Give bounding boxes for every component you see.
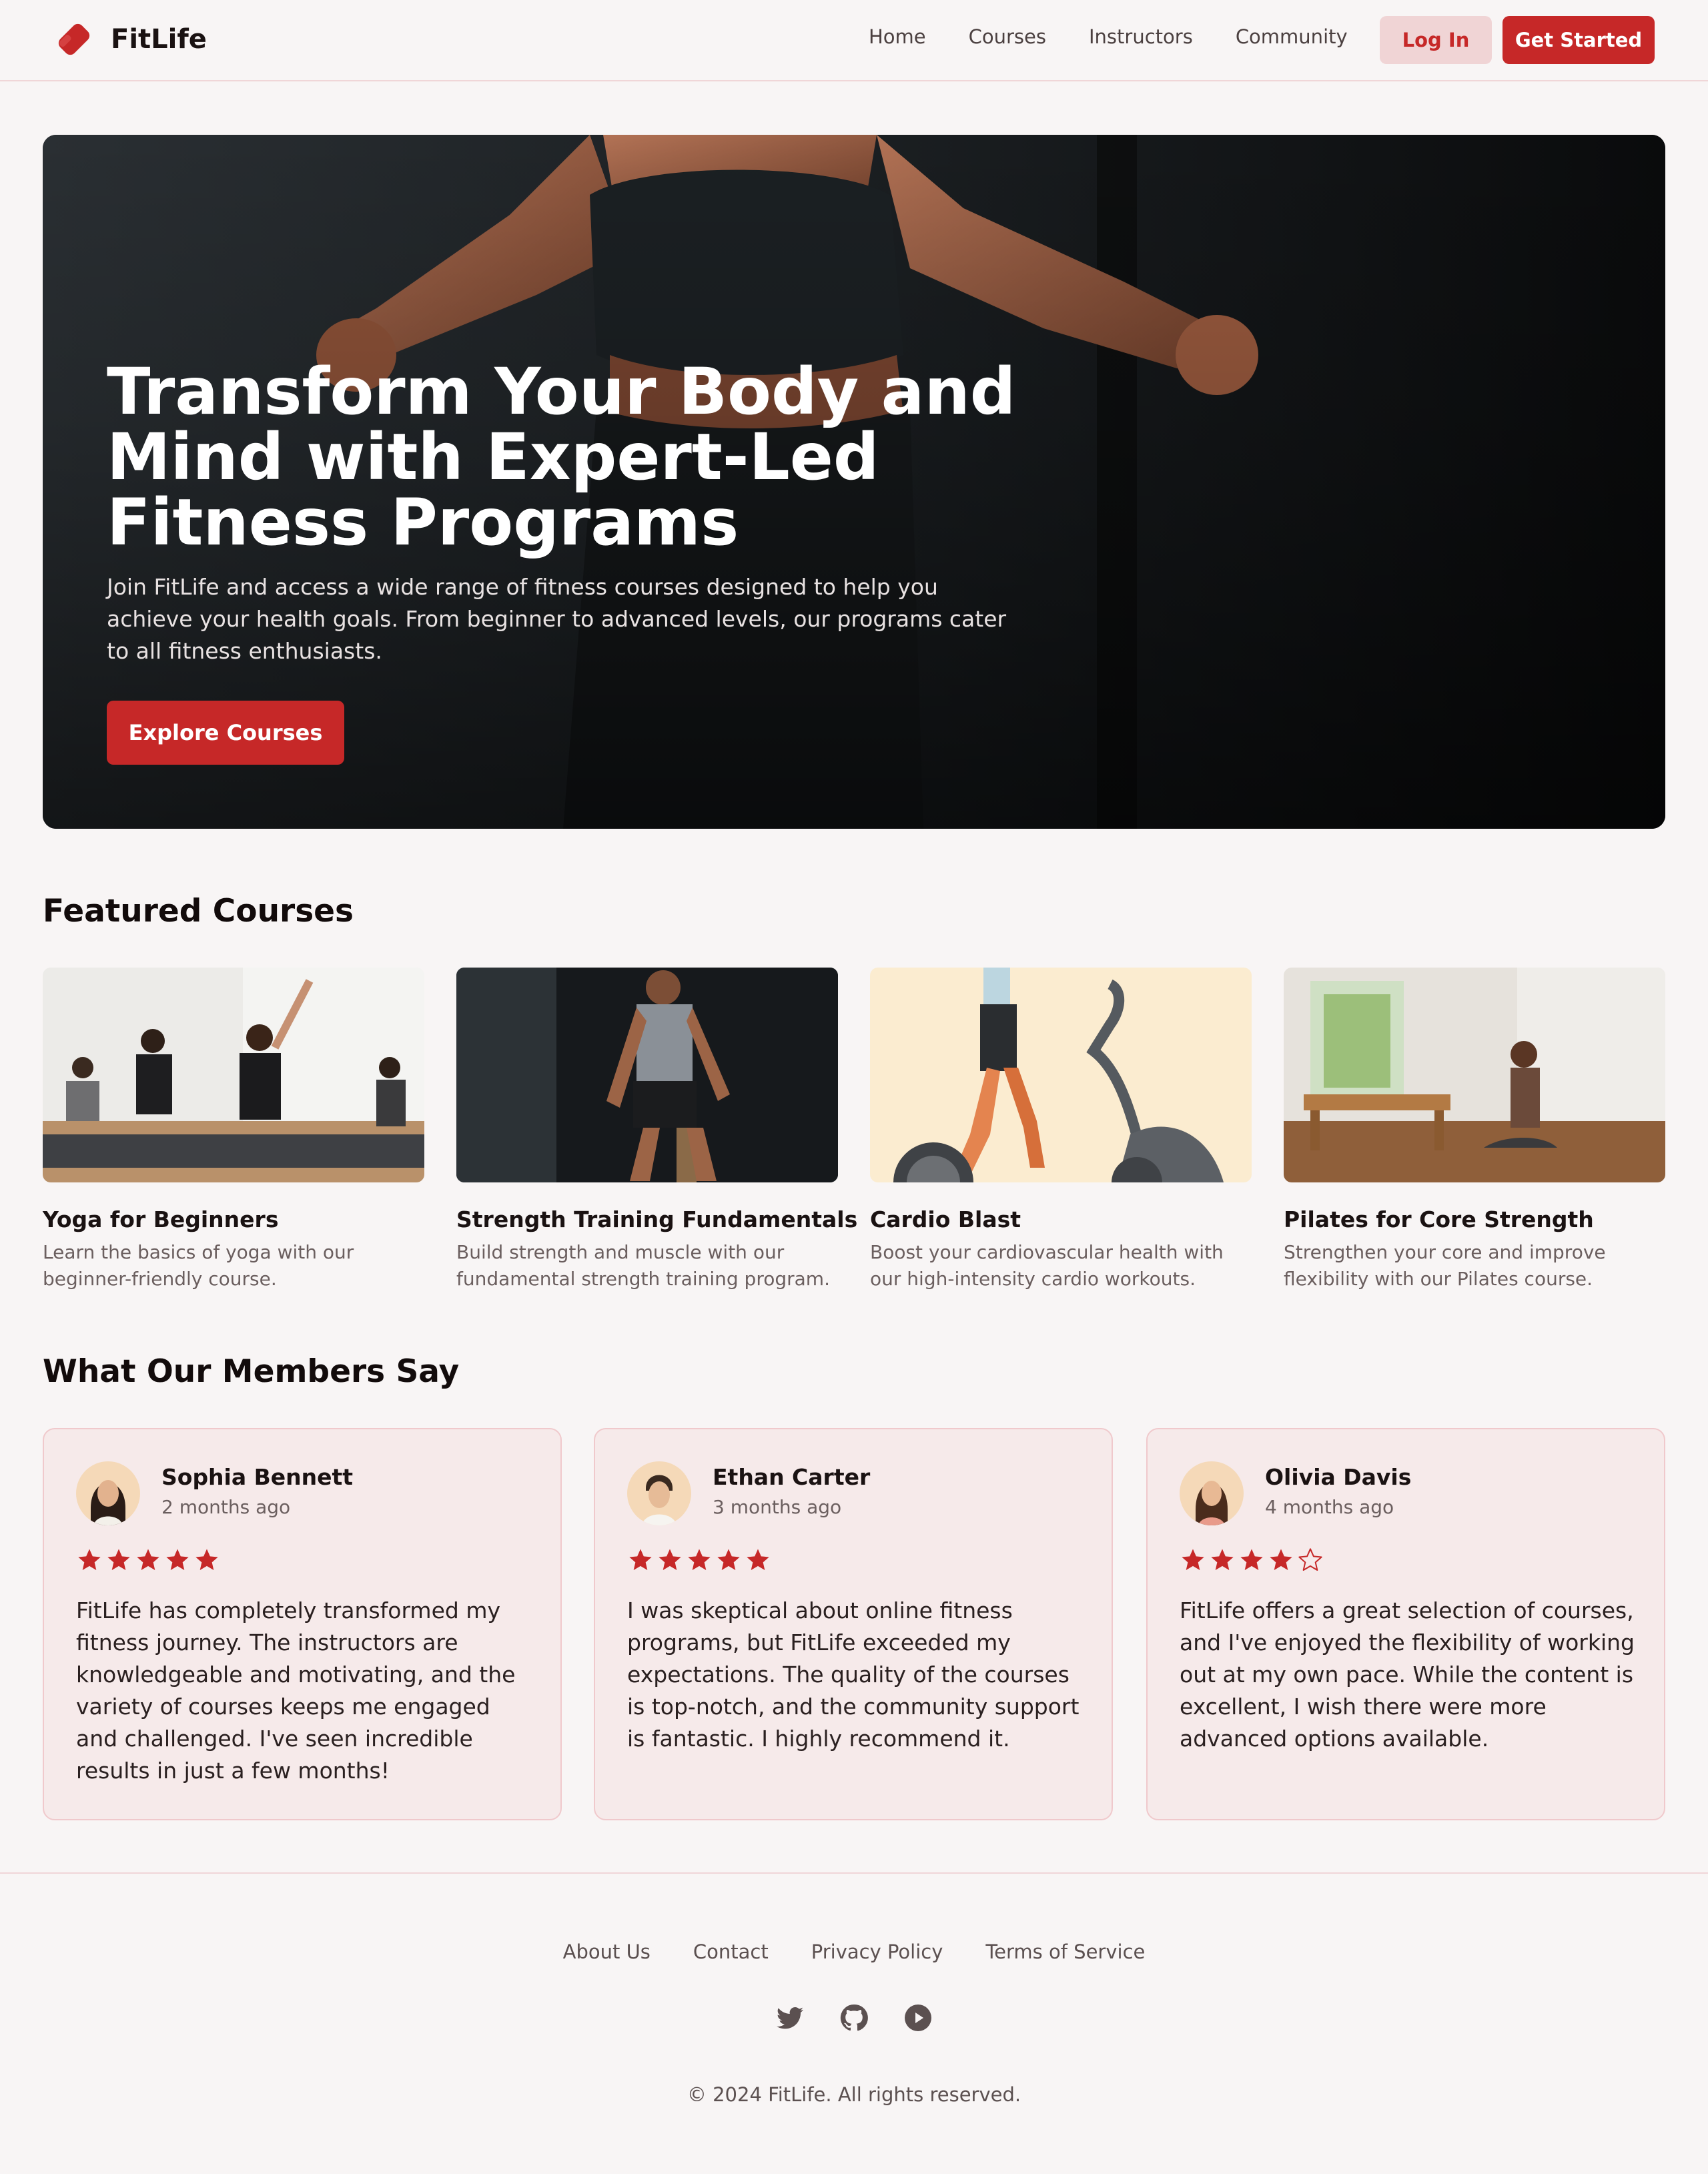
star-filled-icon [688, 1549, 711, 1570]
course-title: Yoga for Beginners [43, 1206, 279, 1232]
strength-training-image [456, 968, 838, 1182]
brand-name: FitLife [111, 24, 207, 55]
review-text: FitLife offers a great selection of cour… [1180, 1597, 1635, 1752]
review-text: FitLife has completely transformed my fi… [76, 1597, 516, 1784]
brand-logo[interactable]: FitLife [53, 19, 207, 60]
cardio-illustration-image [870, 968, 1252, 1182]
nav-courses[interactable]: Courses [969, 25, 1046, 48]
nav-community[interactable]: Community [1236, 25, 1348, 48]
star-rating [627, 1547, 774, 1573]
review-time: 4 months ago [1265, 1496, 1394, 1518]
yoga-class-image [43, 968, 424, 1182]
star-filled-icon [1182, 1549, 1204, 1570]
footer-links: About Us Contact Privacy Policy Terms of… [0, 1940, 1708, 1963]
get-started-button[interactable]: Get Started [1503, 16, 1655, 64]
reviewer-name: Olivia Davis [1265, 1464, 1412, 1490]
star-filled-icon [717, 1549, 740, 1570]
github-icon[interactable] [838, 2002, 870, 2034]
review-time: 2 months ago [161, 1496, 291, 1518]
course-title: Cardio Blast [870, 1206, 1021, 1232]
pilates-studio-image [1284, 968, 1665, 1182]
star-filled-icon [1240, 1549, 1263, 1570]
nav-instructors[interactable]: Instructors [1089, 25, 1193, 48]
review-time: 3 months ago [713, 1496, 842, 1518]
twitter-icon[interactable] [774, 2002, 806, 2034]
copyright: © 2024 FitLife. All rights reserved. [687, 2083, 1021, 2106]
footer-link-about[interactable]: About Us [563, 1940, 651, 1963]
review-card: Sophia Bennett 2 months ago FitLife has … [43, 1428, 562, 1820]
footer-link-privacy[interactable]: Privacy Policy [811, 1940, 943, 1963]
footer-link-contact[interactable]: Contact [693, 1940, 769, 1963]
youtube-play-icon[interactable] [902, 2002, 934, 2034]
hero-subtitle: Join FitLife and access a wide range of … [107, 574, 1007, 664]
tag-icon [58, 23, 90, 55]
course-description: Build strength and muscle with our funda… [456, 1241, 830, 1290]
site-footer: About Us Contact Privacy Policy Terms of… [0, 1872, 1708, 2174]
course-card-pilates[interactable]: Pilates for Core Strength Strengthen you… [1284, 968, 1665, 1293]
star-filled-icon [659, 1549, 681, 1570]
testimonials-heading: What Our Members Say [43, 1353, 460, 1390]
course-description: Learn the basics of yoga with our beginn… [43, 1241, 354, 1290]
avatar [76, 1461, 140, 1525]
reviewer-name: Sophia Bennett [161, 1464, 354, 1490]
star-filled-icon [747, 1549, 769, 1570]
star-filled-icon [629, 1549, 652, 1570]
star-rating [76, 1547, 223, 1573]
avatar [1180, 1461, 1244, 1525]
main-nav: Home Courses Instructors Community [869, 25, 1390, 48]
star-filled-icon [107, 1549, 130, 1570]
course-description: Strengthen your core and improve flexibi… [1284, 1241, 1606, 1290]
hero-banner: Transform Your Body and Mind with Expert… [43, 135, 1665, 829]
course-card-cardio[interactable]: Cardio Blast Boost your cardiovascular h… [870, 968, 1252, 1293]
review-text: I was skeptical about online fitness pro… [627, 1597, 1080, 1752]
review-card: Olivia Davis 4 months ago FitLife offers… [1146, 1428, 1665, 1820]
hero-title: Transform Your Body and Mind with Expert… [107, 354, 1016, 560]
star-filled-icon [78, 1549, 101, 1570]
course-title: Strength Training Fundamentals [456, 1206, 858, 1232]
star-filled-icon [1211, 1549, 1234, 1570]
star-filled-icon [166, 1549, 189, 1570]
footer-link-terms[interactable]: Terms of Service [985, 1940, 1145, 1963]
star-filled-icon [137, 1549, 159, 1570]
featured-courses-heading: Featured Courses [43, 893, 354, 930]
star-filled-icon [195, 1549, 218, 1570]
course-title: Pilates for Core Strength [1284, 1206, 1594, 1232]
star-filled-icon [1270, 1549, 1292, 1570]
star-rating [1180, 1547, 1326, 1573]
nav-home[interactable]: Home [869, 25, 926, 48]
review-card: Ethan Carter 3 months ago I was skeptica… [594, 1428, 1113, 1820]
reviewer-name: Ethan Carter [713, 1464, 871, 1490]
site-header: FitLife Home Courses Instructors Communi… [0, 0, 1708, 81]
course-card-yoga[interactable]: Yoga for Beginners Learn the basics of y… [43, 968, 424, 1293]
course-description: Boost your cardiovascular health with ou… [870, 1241, 1224, 1290]
star-outline-icon [1298, 1548, 1322, 1571]
course-card-strength[interactable]: Strength Training Fundamentals Build str… [456, 968, 858, 1293]
explore-courses-button[interactable]: Explore Courses [107, 701, 344, 765]
login-button[interactable]: Log In [1380, 16, 1492, 64]
avatar [627, 1461, 691, 1525]
